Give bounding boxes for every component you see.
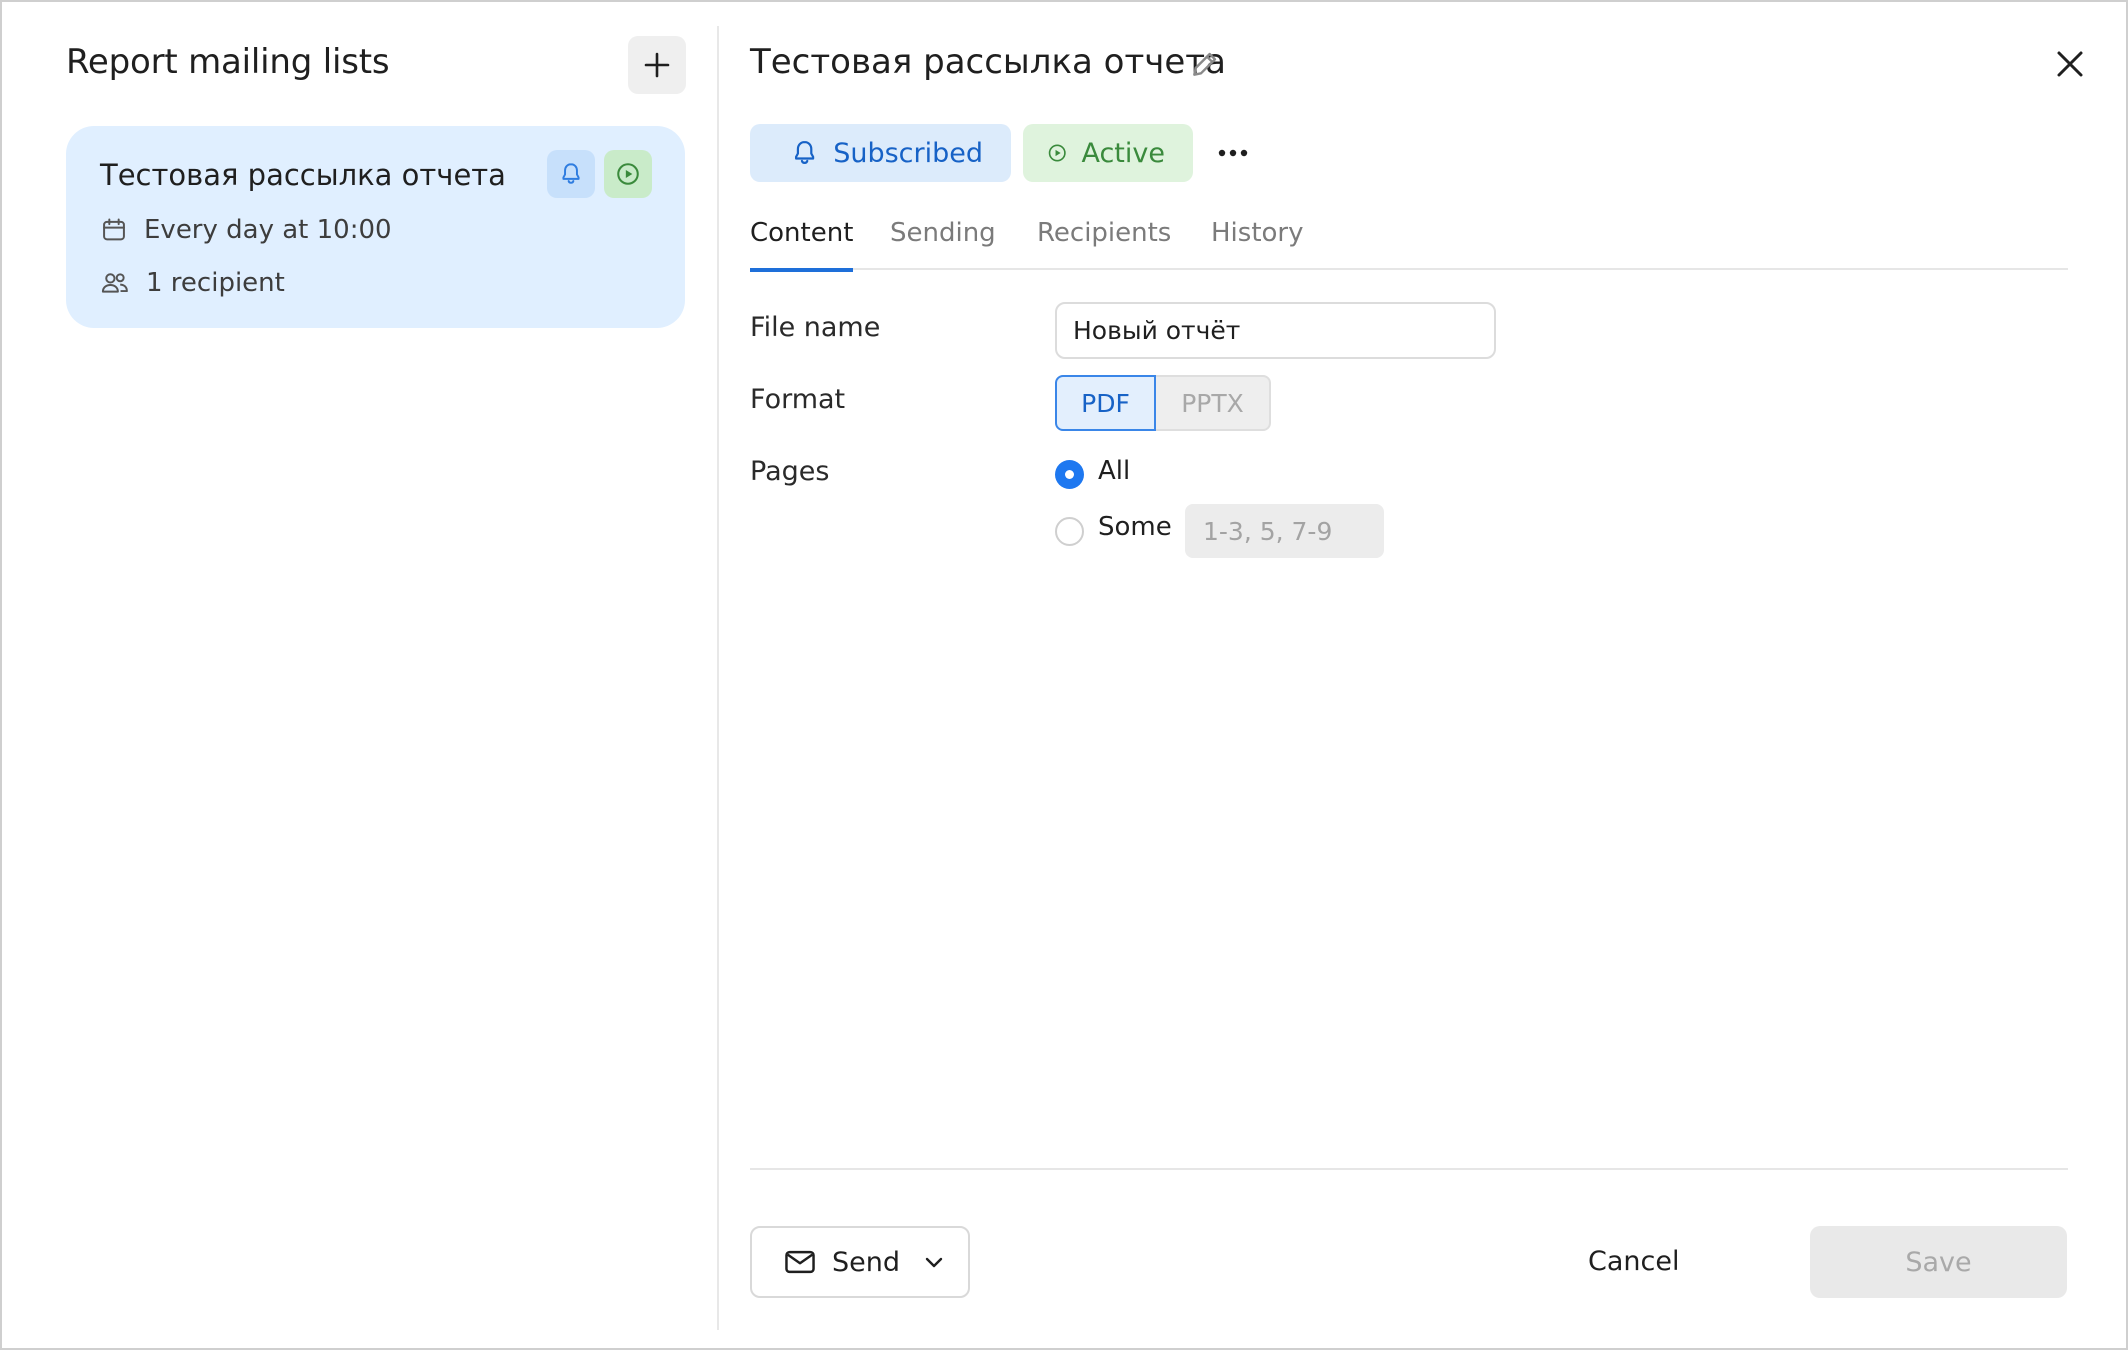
active-label: Active: [1081, 137, 1165, 169]
more-options-button[interactable]: [1210, 130, 1256, 176]
pages-range-input[interactable]: [1185, 504, 1384, 558]
chevron-down-icon: [925, 1257, 943, 1268]
mailing-detail-panel: Тестовая рассылка отчета Subscribed Acti…: [719, 2, 2128, 1348]
calendar-icon: [103, 218, 125, 241]
mailing-title: Тестовая рассылка отчета: [750, 42, 1226, 82]
file-name-input[interactable]: [1055, 302, 1496, 359]
format-pptx-option[interactable]: PPTX: [1156, 375, 1271, 431]
play-icon: [617, 163, 639, 185]
send-label: Send: [832, 1246, 901, 1278]
pages-all-label[interactable]: All: [1098, 456, 1130, 486]
tab-history[interactable]: History: [1211, 212, 1304, 270]
panel-title: Report mailing lists: [66, 42, 390, 82]
tab-recipients[interactable]: Recipients: [1037, 212, 1171, 270]
pages-some-label[interactable]: Some: [1098, 512, 1172, 542]
pages-label: Pages: [750, 456, 830, 487]
add-mailing-list-button[interactable]: [628, 36, 686, 94]
save-button[interactable]: Save: [1810, 1226, 2067, 1298]
more-icon: [1218, 149, 1248, 157]
tab-content[interactable]: Content: [750, 212, 854, 272]
close-icon[interactable]: [2050, 44, 2090, 84]
pages-some-radio[interactable]: [1055, 517, 1084, 546]
file-name-label: File name: [750, 312, 881, 343]
format-selector: PDF PPTX: [1055, 375, 1271, 431]
format-pdf-option[interactable]: PDF: [1055, 375, 1156, 431]
mail-icon: [785, 1250, 815, 1274]
send-button[interactable]: Send: [750, 1226, 970, 1298]
footer-divider: [750, 1168, 2068, 1170]
mailing-list-title: Тестовая рассылка отчета: [100, 158, 506, 192]
play-icon: [1048, 144, 1066, 162]
cancel-button[interactable]: Cancel: [1588, 1238, 1679, 1286]
subscribed-button[interactable]: Subscribed: [750, 124, 1011, 182]
plus-icon: [644, 52, 670, 78]
users-icon: [101, 273, 128, 293]
bell-icon: [794, 140, 815, 164]
schedule-text: Every day at 10:00: [144, 215, 392, 245]
pencil-icon[interactable]: [1189, 48, 1221, 80]
active-badge: [604, 150, 652, 198]
schedule-row: Every day at 10:00: [100, 210, 392, 250]
mailing-list-card[interactable]: Тестовая рассылка отчета Every day at 10…: [66, 126, 685, 328]
subscribed-badge: [547, 150, 595, 198]
recipients-row: 1 recipient: [100, 263, 285, 303]
active-button[interactable]: Active: [1023, 124, 1193, 182]
format-label: Format: [750, 384, 846, 415]
tab-sending[interactable]: Sending: [890, 212, 996, 270]
tab-bar: Content Sending Recipients History: [750, 212, 2068, 272]
mailing-lists-panel: Report mailing lists Тестовая рассылка о…: [2, 2, 718, 1348]
subscribed-label: Subscribed: [833, 137, 983, 169]
pages-all-radio[interactable]: [1055, 460, 1084, 489]
recipients-text: 1 recipient: [146, 268, 285, 298]
bell-icon: [562, 163, 580, 184]
app-window: Report mailing lists Тестовая рассылка о…: [0, 0, 2128, 1350]
